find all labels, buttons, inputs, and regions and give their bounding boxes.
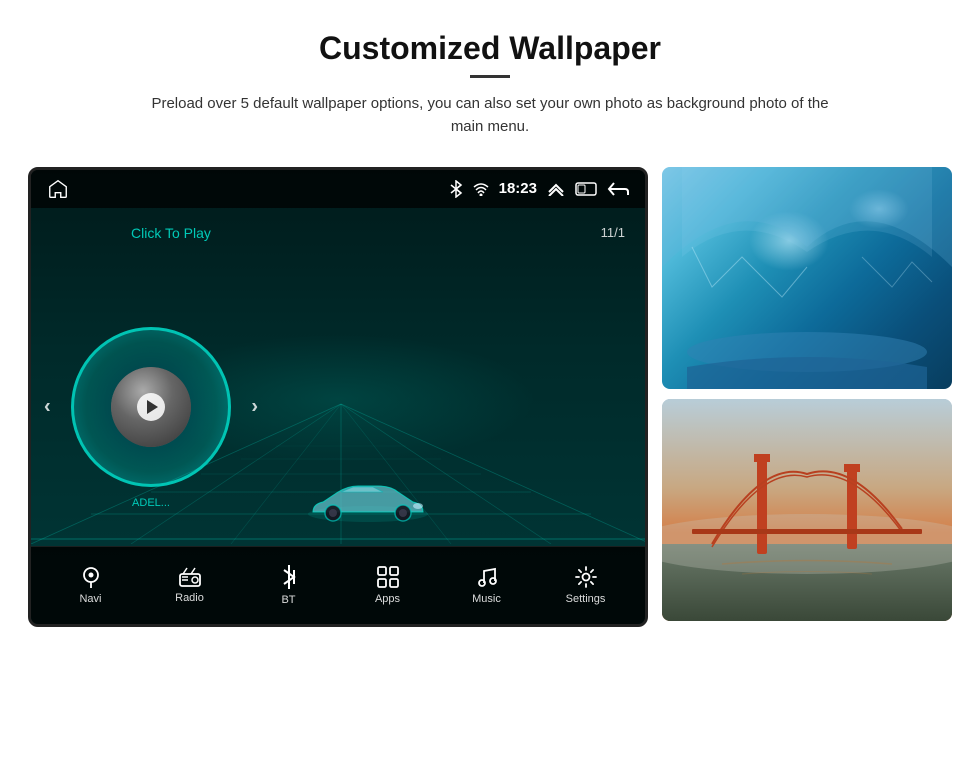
wallpaper-thumbnail-bridge[interactable] (662, 399, 952, 621)
page-container: Customized Wallpaper Preload over 5 defa… (0, 0, 980, 758)
next-arrow-icon[interactable]: › (251, 395, 258, 418)
nav-label-apps: Apps (375, 593, 400, 605)
title-divider (470, 75, 510, 78)
car-svg (303, 474, 433, 529)
bridge-svg (662, 399, 952, 621)
title-section: Customized Wallpaper Preload over 5 defa… (140, 30, 840, 139)
nav-item-bt[interactable]: BT (239, 564, 338, 606)
back-arrow-icon (607, 181, 629, 197)
nav-item-settings[interactable]: Settings (536, 565, 635, 605)
page-subtitle: Preload over 5 default wallpaper options… (140, 92, 840, 139)
nav-label-bt: BT (281, 594, 295, 606)
nav-label-settings: Settings (566, 593, 606, 605)
apps-icon (376, 565, 400, 589)
nav-arrows: ‹ › (44, 395, 258, 418)
nav-item-radio[interactable]: Radio (140, 566, 239, 604)
radio-icon (178, 566, 202, 588)
signal-icon (473, 182, 489, 196)
nav-label-navi: Navi (79, 593, 101, 605)
nav-item-navi[interactable]: Navi (41, 565, 140, 605)
location-icon (80, 565, 102, 589)
window-icon (575, 182, 597, 196)
date-label: 11/1 (601, 225, 625, 240)
nav-label-radio: Radio (175, 592, 204, 604)
car-screen: 18:23 (28, 167, 648, 627)
artist-label: ADEL... (132, 497, 170, 509)
nav-item-apps[interactable]: Apps (338, 565, 437, 605)
music-ring: ‹ › (71, 327, 231, 487)
content-area: 18:23 (40, 167, 940, 627)
music-nav-icon (475, 565, 499, 589)
settings-icon (574, 565, 598, 589)
nav-item-music[interactable]: Music (437, 565, 536, 605)
status-right: 18:23 (449, 180, 629, 198)
up-arrow-icon (547, 182, 565, 196)
bluetooth-status-icon (449, 180, 463, 198)
click-to-play-label: Click To Play (131, 225, 211, 241)
status-time: 18:23 (499, 180, 537, 197)
ice-detail (662, 167, 952, 389)
home-icon (47, 178, 69, 200)
bluetooth-nav-icon (280, 564, 298, 590)
page-title: Customized Wallpaper (140, 30, 840, 67)
status-bar: 18:23 (31, 170, 645, 208)
ice-cave-svg (662, 167, 952, 389)
wallpaper-thumbnail-ice[interactable] (662, 167, 952, 389)
car-image (303, 474, 433, 534)
prev-arrow-icon[interactable]: ‹ (44, 395, 51, 418)
status-left (47, 178, 69, 200)
music-player[interactable]: ‹ › ADEL... (71, 327, 231, 487)
wallpaper-thumbnails (662, 167, 952, 627)
bottom-navigation: Navi Radio (31, 546, 645, 624)
nav-label-music: Music (472, 593, 501, 605)
